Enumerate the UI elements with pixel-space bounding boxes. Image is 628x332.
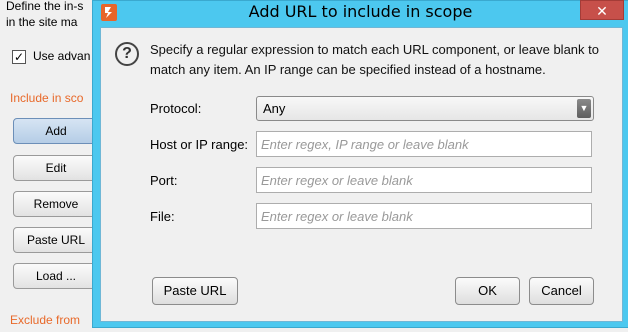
include-add-button[interactable]: Add	[13, 118, 99, 144]
port-label: Port:	[150, 173, 178, 188]
dialog-body: ? Specify a regular expression to match …	[100, 27, 623, 322]
include-edit-button[interactable]: Edit	[13, 155, 99, 181]
exclude-section-label: Exclude from	[10, 313, 81, 327]
add-url-dialog: Add URL to include in scope ✕ ? Specify …	[92, 0, 628, 328]
dropdown-arrow-icon[interactable]: ▼	[577, 99, 591, 118]
close-button[interactable]: ✕	[580, 0, 624, 20]
host-input[interactable]	[257, 132, 591, 156]
advanced-scope-checkbox[interactable]: ✓	[12, 50, 26, 64]
host-label: Host or IP range:	[150, 137, 249, 152]
include-load-button[interactable]: Load ...	[13, 263, 99, 289]
protocol-label: Protocol:	[150, 101, 202, 116]
file-label: File:	[150, 209, 175, 224]
question-circle-icon: ?	[115, 42, 139, 66]
file-field[interactable]	[256, 203, 592, 229]
scope-description: Define the in-s in the site ma	[6, 0, 84, 29]
protocol-value: Any	[263, 101, 286, 116]
include-remove-button[interactable]: Remove	[13, 191, 99, 217]
port-field[interactable]	[256, 167, 592, 193]
include-section-label: Include in sco	[10, 91, 84, 105]
dialog-titlebar[interactable]: Add URL to include in scope ✕	[93, 0, 628, 25]
close-icon: ✕	[596, 3, 608, 19]
port-input[interactable]	[257, 168, 591, 192]
include-paste-url-button[interactable]: Paste URL	[13, 227, 99, 253]
file-input[interactable]	[257, 204, 591, 228]
ok-button[interactable]: OK	[455, 277, 520, 305]
advanced-scope-label: Use advan	[33, 49, 91, 63]
cancel-button[interactable]: Cancel	[529, 277, 594, 305]
paste-url-button[interactable]: Paste URL	[152, 277, 238, 305]
host-field[interactable]	[256, 131, 592, 157]
instruction-text: Specify a regular expression to match ea…	[150, 42, 599, 77]
protocol-select[interactable]: Any ▼	[256, 96, 594, 121]
dialog-title: Add URL to include in scope	[248, 2, 473, 21]
